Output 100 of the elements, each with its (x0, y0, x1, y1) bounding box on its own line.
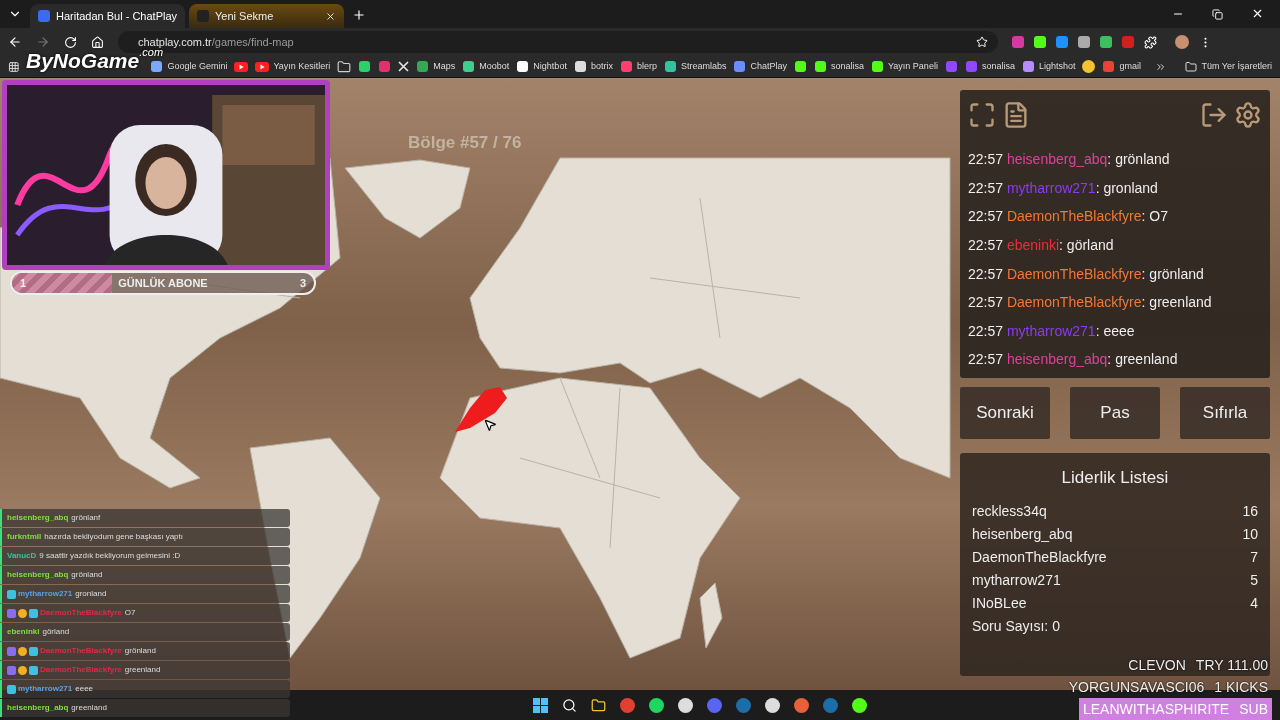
reload-icon[interactable] (64, 35, 77, 49)
extension-icon[interactable] (1056, 36, 1068, 48)
bookmark-item[interactable] (398, 61, 410, 72)
stream-chat-message: furkntmll hazırda bekliyodum gene başkası yaptı (0, 528, 290, 546)
player-score: 7 (1250, 547, 1258, 567)
action-button[interactable]: Sıfırla (1180, 387, 1270, 439)
fullscreen-icon[interactable] (968, 100, 996, 129)
bookmark-item[interactable] (1082, 60, 1096, 73)
bookmark-item[interactable]: Yayın Kesitleri (255, 59, 331, 74)
windows-icon[interactable] (533, 697, 548, 713)
bookmark-icon (150, 60, 164, 73)
bookmark-icon (378, 60, 392, 73)
bookmark-icon (814, 60, 827, 73)
browser-tab[interactable]: Haritadan Bul - ChatPlay (30, 4, 185, 28)
stream-chat-message: heisenberg_abq grönland (0, 566, 290, 584)
extension-icon[interactable] (1100, 36, 1112, 48)
goal-start: 1 (20, 275, 27, 291)
chat-message: 22:57 DaemonTheBlackfyre: O7 (968, 207, 1170, 227)
player-name: heisenberg_abq (972, 524, 1073, 544)
alert-line: YORGUNSAVASCI06 1 KICKS (1067, 677, 1269, 697)
avatar-icon[interactable] (1175, 35, 1189, 49)
search-icon[interactable] (562, 697, 577, 713)
highlighted-country (453, 384, 509, 434)
extension-icon[interactable] (1078, 36, 1090, 48)
bookmark-icon (663, 60, 677, 73)
bookmark-item[interactable]: gmail (1102, 59, 1141, 74)
bookmark-icon (516, 60, 530, 73)
leaderboard-title: Liderlik Listesi (1060, 467, 1170, 489)
app-icon[interactable] (649, 697, 664, 713)
folder-icon (337, 59, 352, 74)
bookmark-item[interactable]: blerp (619, 59, 657, 74)
exit-icon[interactable] (1200, 100, 1228, 129)
chat-message: 22:57 heisenberg_abq: greenland (968, 350, 1179, 370)
play-icon (234, 61, 249, 72)
app-icon[interactable] (678, 697, 693, 713)
bookmark-item[interactable]: botrix (573, 59, 613, 74)
smiley-icon (1082, 60, 1096, 73)
bookmark-item[interactable]: Maps (416, 59, 456, 74)
player-name: DaemonTheBlackfyre (972, 547, 1107, 567)
bookmark-item[interactable]: Google Gemini (150, 59, 228, 74)
bookmark-star-icon[interactable] (976, 36, 988, 48)
action-button[interactable]: Sonraki (960, 387, 1050, 439)
player-score: 4 (1250, 593, 1258, 613)
settings-icon[interactable] (1234, 100, 1262, 129)
app-icon[interactable] (852, 697, 867, 713)
bookmark-item[interactable]: Moobot (462, 59, 510, 74)
bookmark-item[interactable] (794, 60, 807, 73)
bookmark-item[interactable]: Yayın Paneli (871, 59, 938, 74)
bookmark-item[interactable]: Tüm Yer İşaretleri (1185, 59, 1272, 74)
player-score: 10 (1242, 524, 1258, 544)
home-icon[interactable] (91, 35, 104, 49)
player-score: 16 (1242, 501, 1258, 521)
bookmark-icon (733, 60, 747, 73)
restore-icon[interactable] (1212, 9, 1223, 20)
bookmark-icon (416, 60, 430, 73)
chat-message: 22:57 DaemonTheBlackfyre: greenland (968, 293, 1213, 313)
chat-message: 22:57 DaemonTheBlackfyre: grönland (968, 264, 1205, 284)
app-icon[interactable] (765, 697, 780, 713)
forward-icon[interactable] (36, 35, 50, 49)
stream-chat-message: DaemonTheBlackfyre grönland (0, 642, 290, 660)
close-icon[interactable] (1251, 7, 1264, 20)
browser-tab[interactable]: Yeni Sekme (189, 4, 344, 28)
folder-icon[interactable] (591, 697, 606, 713)
bookmark-item[interactable] (358, 60, 372, 73)
stream-chat-message: ebeninki görland (0, 623, 290, 641)
bookmark-icon (871, 60, 884, 73)
bookmark-item[interactable] (337, 59, 352, 74)
bookmark-item[interactable]: Nightbot (516, 59, 567, 74)
extension-icon[interactable] (1034, 36, 1046, 48)
bookmark-icon (1102, 60, 1116, 73)
stream-chat-message: mytharrow271 gronland (0, 585, 290, 603)
back-icon[interactable] (8, 35, 22, 49)
player-name: reckless34q (972, 501, 1047, 521)
bookmark-icon (619, 60, 633, 73)
stream-chat-message: heisenberg_abq grönlanf (0, 509, 290, 527)
extensions-icon[interactable] (1144, 35, 1157, 49)
stream-chat-message: DaemonTheBlackfyre O7 (0, 604, 290, 622)
stream-chat-message: VanucD 9 saattir yazdık bekliyorum gelmesini :D (0, 547, 290, 565)
bookmark-icon (1021, 60, 1035, 73)
bookmark-icon (964, 60, 978, 73)
close-icon[interactable] (325, 10, 336, 22)
bookmark-item[interactable] (234, 61, 249, 72)
player-name: mytharrow271 (972, 570, 1061, 590)
chat-message: 22:57 heisenberg_abq: grönland (968, 150, 1171, 170)
bookmark-item[interactable]: Streamlabs (663, 59, 727, 74)
bookmark-item[interactable]: sonalisa (964, 59, 1015, 74)
bookmark-icon (794, 60, 807, 73)
question-count: Soru Sayısı: 0 (972, 616, 1061, 636)
favicon-icon (38, 10, 50, 22)
apps-icon[interactable] (8, 60, 20, 73)
bookmark-item[interactable]: ChatPlay (733, 59, 787, 74)
bookmark-icon (944, 60, 958, 73)
new-tab-icon[interactable] (352, 8, 366, 22)
action-button[interactable]: Pas (1070, 387, 1160, 439)
folder-icon (1185, 60, 1198, 73)
cursor-icon (483, 418, 497, 432)
logo-text: ByNoGame (26, 50, 140, 71)
bookmark-item[interactable]: sonalisa (814, 59, 864, 74)
bookmark-item[interactable]: Lightshot (1021, 59, 1076, 74)
bookmark-icon (358, 60, 372, 73)
